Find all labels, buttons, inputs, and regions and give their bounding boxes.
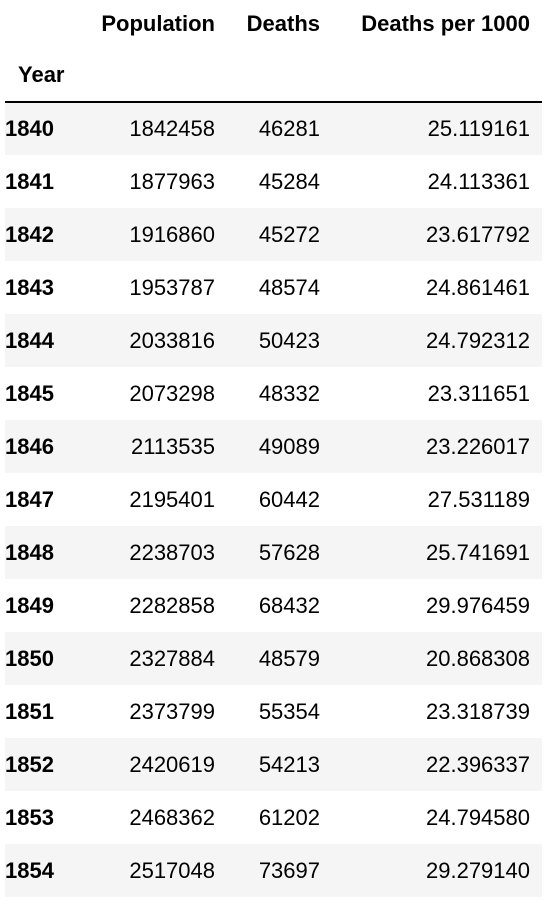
table-row: 1843 1953787 48574 24.861461 [5, 261, 542, 314]
cell-deaths: 46281 [258, 116, 320, 141]
cell-deaths: 48332 [258, 380, 320, 406]
table-row: 1851 2373799 55354 23.318739 [5, 685, 542, 738]
cell-deaths-per-1000: 24.794580 [426, 804, 530, 830]
cell-population: 2282858 [129, 592, 215, 618]
cell-population: 2033816 [129, 327, 215, 353]
cell-deaths-per-1000: 22.396337 [426, 751, 530, 777]
table-row: 1849 2282858 68432 29.976459 [5, 579, 542, 632]
cell-deaths: 48574 [258, 274, 320, 300]
cell-deaths: 45284 [258, 168, 320, 194]
cell-deaths-per-1000: 23.226017 [426, 433, 530, 459]
cell-deaths: 54213 [258, 751, 320, 777]
cell-population: 1877963 [129, 168, 215, 194]
table-row: 1854 2517048 73697 29.279140 [5, 844, 542, 897]
cell-deaths: 60442 [258, 486, 320, 512]
table-row: 1846 2113535 49089 23.226017 [5, 420, 542, 473]
index-name-spacer [85, 48, 227, 103]
table-row: 1840 1842458 46281 25.119161 [5, 102, 542, 155]
table-row: 1850 2327884 48579 20.868308 [5, 632, 542, 685]
row-year: 1844 [5, 327, 54, 353]
column-header-population: Population [101, 11, 215, 36]
cell-deaths-per-1000: 27.531189 [427, 486, 530, 512]
row-year: 1841 [5, 168, 54, 194]
index-name-year: Year [5, 48, 85, 103]
table-body: 1840 1842458 46281 25.119161 1841 1877963 4528… [5, 102, 542, 897]
cell-deaths-per-1000: 23.318739 [426, 698, 530, 724]
cell-deaths: 50423 [258, 327, 320, 353]
row-year: 1848 [5, 539, 54, 565]
cell-deaths-per-1000: 20.868308 [426, 645, 530, 671]
row-year: 1843 [5, 274, 54, 300]
column-header-deaths: Deaths [246, 11, 320, 36]
cell-population: 2195401 [129, 486, 215, 512]
table-row: 1848 2238703 57628 25.741691 [5, 526, 542, 579]
row-year: 1849 [5, 592, 54, 618]
table-row: 1853 2468362 61202 24.794580 [5, 791, 542, 844]
table-row: 1841 1877963 45284 24.113361 [5, 155, 542, 208]
cell-population: 2073298 [129, 380, 215, 406]
row-year: 1852 [5, 751, 54, 777]
table-row: 1842 1916860 45272 23.617792 [5, 208, 542, 261]
cell-deaths: 61202 [258, 804, 320, 830]
table-row: 1852 2420619 54213 22.396337 [5, 738, 542, 791]
row-year: 1850 [5, 645, 54, 671]
table-row: 1845 2073298 48332 23.311651 [5, 367, 542, 420]
row-year: 1845 [5, 380, 54, 406]
dataframe-table: Population Deaths Deaths per 1000 Year 1… [5, 0, 542, 897]
row-year: 1842 [5, 221, 54, 247]
cell-deaths: 48579 [258, 645, 320, 671]
row-year: 1851 [5, 698, 54, 724]
cell-deaths-per-1000: 29.976459 [426, 592, 530, 618]
index-corner [5, 0, 85, 48]
cell-population: 2373799 [129, 698, 215, 724]
cell-deaths: 55354 [258, 698, 320, 724]
cell-population: 2517048 [129, 857, 215, 883]
table-header: Population Deaths Deaths per 1000 Year [5, 0, 542, 103]
index-name-row: Year [5, 48, 542, 103]
cell-population: 1842458 [129, 116, 215, 141]
cell-deaths-per-1000: 24.792312 [426, 327, 530, 353]
cell-population: 1953787 [129, 274, 215, 300]
index-name-spacer [332, 48, 542, 103]
cell-deaths-per-1000: 25.741691 [426, 539, 530, 565]
row-year: 1847 [5, 486, 54, 512]
cell-deaths-per-1000: 23.311651 [427, 380, 530, 406]
cell-population: 2238703 [129, 539, 215, 565]
table-row: 1844 2033816 50423 24.792312 [5, 314, 542, 367]
row-year: 1846 [5, 433, 54, 459]
cell-population: 1916860 [129, 221, 215, 247]
cell-population: 2420619 [129, 751, 215, 777]
cell-population: 2327884 [129, 645, 215, 671]
column-header-row: Population Deaths Deaths per 1000 [5, 0, 542, 48]
row-year: 1853 [5, 804, 54, 830]
cell-deaths: 73697 [258, 857, 320, 883]
table-row: 1847 2195401 60442 27.531189 [5, 473, 542, 526]
cell-deaths: 68432 [258, 592, 320, 618]
row-year: 1854 [5, 857, 54, 883]
cell-deaths-per-1000: 23.617792 [426, 221, 530, 247]
cell-deaths: 49089 [258, 433, 320, 459]
cell-population: 2113535 [130, 433, 215, 459]
cell-deaths-per-1000: 29.279140 [426, 857, 530, 883]
cell-deaths-per-1000: 25.119161 [427, 116, 530, 141]
row-year: 1840 [5, 116, 54, 141]
cell-deaths-per-1000: 24.113361 [427, 168, 530, 194]
cell-deaths: 45272 [258, 221, 320, 247]
index-name-spacer [227, 48, 332, 103]
cell-population: 2468362 [129, 804, 215, 830]
cell-deaths: 57628 [258, 539, 320, 565]
cell-deaths-per-1000: 24.861461 [426, 274, 530, 300]
column-header-deaths-per-1000: Deaths per 1000 [361, 11, 530, 36]
